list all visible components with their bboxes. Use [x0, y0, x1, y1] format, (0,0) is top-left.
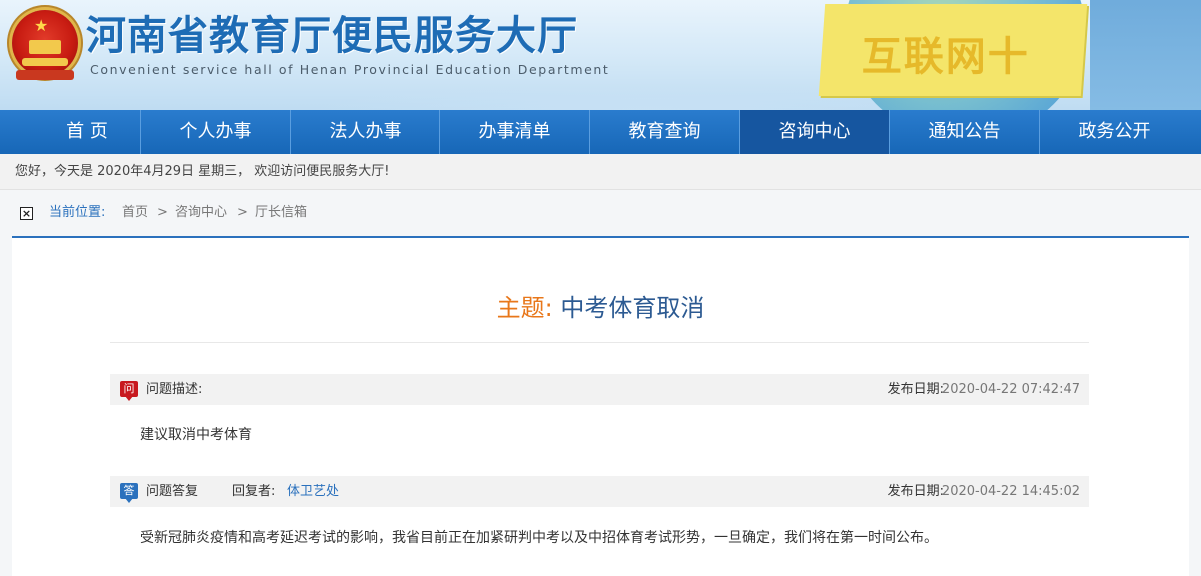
topic-heading: 主题: 中考体育取消: [12, 288, 1189, 323]
nav-item-education-query[interactable]: 教育查询: [589, 110, 739, 154]
answer-date: 2020-04-22 14:45:02: [941, 484, 1080, 499]
topic-title: 中考体育取消: [560, 294, 705, 322]
question-date-label: 发布日期:: [887, 382, 944, 397]
nav-item-government-affairs[interactable]: 政务公开: [1039, 110, 1189, 154]
emblem-ribbon: [16, 70, 74, 80]
breadcrumb: × 当前位置: 首页 > 咨询中心 > 厅长信箱: [12, 196, 1189, 238]
replier-link[interactable]: 体卫艺处: [287, 476, 339, 507]
internet-plus-badge: 互联网十: [818, 4, 1088, 96]
answer-header: 答 问题答复 回复者: 体卫艺处 发布日期: 2020-04-22 14:45:…: [110, 476, 1089, 507]
national-emblem-icon: ★: [12, 10, 78, 76]
site-title: 河南省教育厅便民服务大厅: [86, 13, 578, 59]
nav-item-personal[interactable]: 个人办事: [140, 110, 290, 154]
main-nav: 首 页 个人办事 法人办事 办事清单 教育查询 咨询中心 通知公告 政务公开: [0, 110, 1201, 154]
breadcrumb-item-consulting[interactable]: 咨询中心: [175, 196, 227, 230]
answer-content: 受新冠肺炎疫情和高考延迟考试的影响，我省目前正在加紧研判中考以及中招体育考试形势…: [140, 530, 938, 546]
location-icon: ×: [20, 207, 33, 220]
header-banner: ★ 河南省教育厅便民服务大厅 Convenient service hall o…: [0, 0, 1201, 110]
breadcrumb-separator: >: [237, 205, 248, 220]
answer-label: 问题答复: [146, 484, 199, 499]
main-content: 主题: 中考体育取消 问 问题描述: 发布日期: 2020-04-22 07:4…: [12, 238, 1189, 576]
greeting-text: 您好，今天是 2020年4月29日 星期三， 欢迎访问便民服务大厅!: [15, 164, 390, 179]
nav-item-legal-person[interactable]: 法人办事: [290, 110, 440, 154]
question-header: 问 问题描述: 发布日期: 2020-04-22 07:42:47: [110, 374, 1089, 405]
answer-badge-icon: 答: [120, 483, 138, 503]
breadcrumb-label: 当前位置:: [49, 205, 106, 220]
nav-item-checklist[interactable]: 办事清单: [439, 110, 589, 154]
breadcrumb-item-director-mailbox[interactable]: 厅长信箱: [255, 196, 307, 230]
topic-label: 主题:: [496, 294, 553, 322]
nav-item-consulting-center[interactable]: 咨询中心: [739, 110, 889, 154]
breadcrumb-item-home[interactable]: 首页: [122, 196, 148, 230]
greeting-strip: 您好，今天是 2020年4月29日 星期三， 欢迎访问便民服务大厅!: [0, 154, 1201, 190]
question-content: 建议取消中考体育: [140, 427, 252, 443]
internet-plus-text: 互联网十: [861, 34, 1030, 80]
question-label: 问题描述:: [146, 382, 203, 397]
site-subtitle: Convenient service hall of Henan Provinc…: [90, 62, 610, 77]
question-date: 2020-04-22 07:42:47: [941, 382, 1080, 397]
banner-sky-decoration: [1090, 0, 1201, 110]
replier-label: 回复者:: [232, 484, 276, 499]
nav-item-notices[interactable]: 通知公告: [889, 110, 1039, 154]
breadcrumb-separator: >: [157, 205, 168, 220]
divider: [110, 342, 1089, 343]
question-badge-icon: 问: [120, 381, 138, 401]
answer-date-label: 发布日期:: [887, 484, 944, 499]
